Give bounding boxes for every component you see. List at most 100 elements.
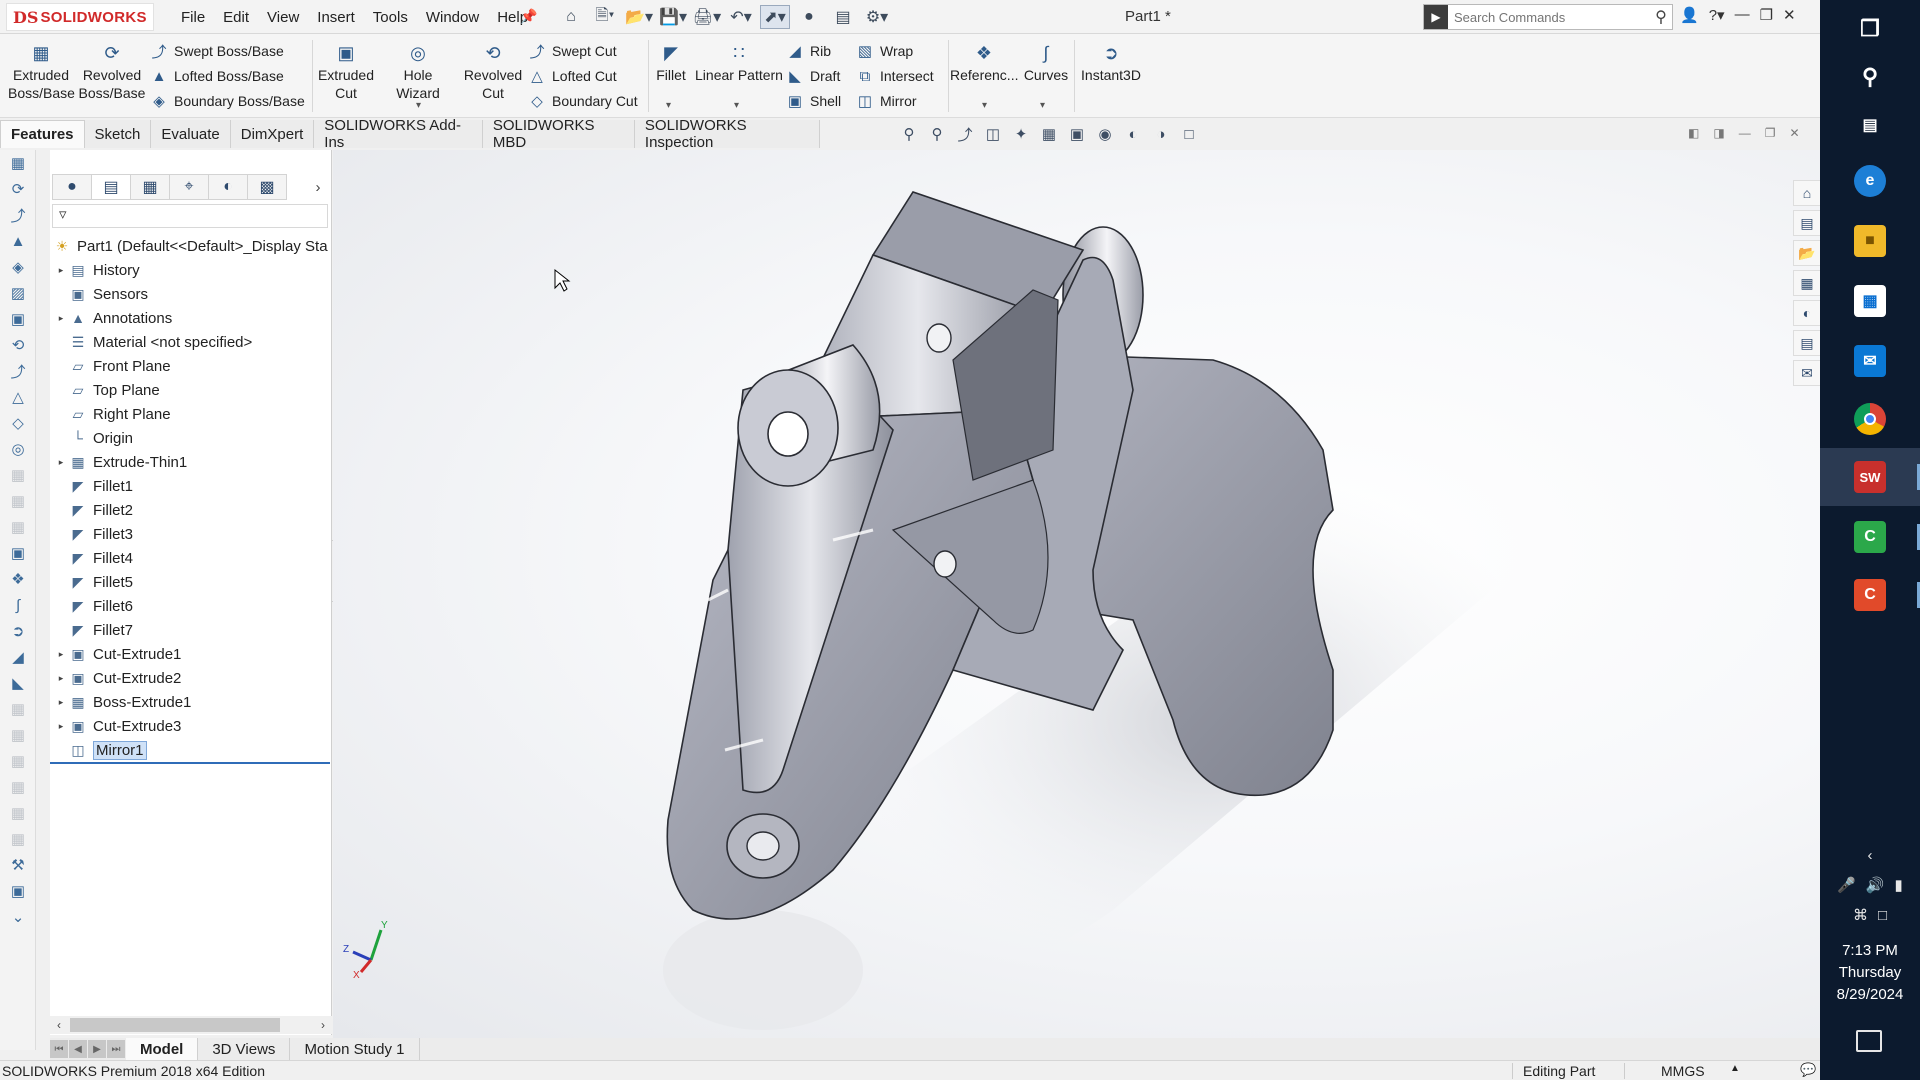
tree-item[interactable]: ◤ Fillet7 bbox=[50, 618, 332, 642]
shell-button[interactable]: ▣ Shell bbox=[786, 90, 841, 112]
forum-icon[interactable]: ✉ bbox=[1793, 360, 1820, 386]
taskbar-clock[interactable]: 7:13 PM Thursday 8/29/2024 bbox=[1820, 940, 1920, 1006]
file-properties-icon[interactable]: ▤ bbox=[828, 5, 858, 29]
lofted-boss-button[interactable]: ▲ Lofted Boss/Base bbox=[150, 65, 284, 87]
camtasia-red-button[interactable]: C bbox=[1820, 566, 1920, 624]
display-manager-icon[interactable]: ● bbox=[52, 174, 92, 200]
tab-evaluate[interactable]: Evaluate bbox=[151, 120, 231, 148]
boundary-cut-button[interactable]: ◇ Boundary Cut bbox=[528, 90, 637, 112]
tab-3d-views[interactable]: 3D Views bbox=[198, 1038, 291, 1060]
menu-edit[interactable]: Edit bbox=[214, 9, 258, 26]
tile-left-icon[interactable]: ◧ bbox=[1688, 126, 1699, 140]
instant3d-button[interactable]: ➲ Instant3D bbox=[1078, 44, 1144, 84]
viewport-minimize-icon[interactable]: — bbox=[1739, 126, 1751, 140]
next-tab-arrow-icon[interactable]: ▶ bbox=[88, 1040, 106, 1058]
tree-item[interactable]: └ Origin bbox=[50, 426, 332, 450]
zoom-to-area-icon[interactable]: ⚲ bbox=[926, 123, 948, 145]
print-icon[interactable]: 🖨▾ bbox=[692, 5, 722, 29]
hole-wizard-icon[interactable]: ◎ bbox=[0, 436, 36, 462]
quick-tips-icon[interactable]: 💬 bbox=[1800, 1062, 1816, 1078]
tab-motion-study[interactable]: Motion Study 1 bbox=[290, 1038, 420, 1060]
expand-arrow-icon[interactable]: ▸ bbox=[54, 649, 68, 660]
viewport-close-icon[interactable]: ✕ bbox=[1789, 126, 1799, 140]
network-icon[interactable]: ⌘ bbox=[1853, 906, 1868, 924]
tree-item[interactable]: ▸ ▦ Boss-Extrude1 bbox=[50, 690, 332, 714]
file-explorer-button[interactable]: ■ bbox=[1820, 212, 1920, 270]
tab-sketch[interactable]: Sketch bbox=[84, 120, 152, 148]
reference-dropdown-icon[interactable]: ▾ bbox=[982, 100, 987, 111]
minimize-icon[interactable]: — bbox=[1735, 6, 1750, 24]
boundary-boss-button[interactable]: ◈ Boundary Boss/Base bbox=[150, 90, 305, 112]
swept-cut-button[interactable]: ⤴ Swept Cut bbox=[528, 40, 616, 62]
instant3d-icon[interactable]: ➲ bbox=[0, 618, 36, 644]
tree-item[interactable]: ▱ Top Plane bbox=[50, 378, 332, 402]
tree-item[interactable]: ▣ Sensors bbox=[50, 282, 332, 306]
chrome-button[interactable] bbox=[1820, 390, 1920, 448]
tree-item[interactable]: ▸ ▦ Extrude-Thin1 bbox=[50, 450, 332, 474]
solidworks-resources-icon[interactable]: ⌂ bbox=[1793, 180, 1820, 206]
thicken-icon[interactable]: ▨ bbox=[0, 280, 36, 306]
3d-model-view[interactable] bbox=[333, 150, 1820, 1038]
fillet-dropdown-icon[interactable]: ▾ bbox=[666, 100, 671, 111]
expand-toolbar-icon[interactable]: ⌄ bbox=[0, 904, 36, 930]
curves-icon[interactable]: ∫ bbox=[0, 592, 36, 618]
configuration-manager-icon[interactable]: ⌖ bbox=[169, 174, 209, 200]
unit-system-selector[interactable]: MMGS bbox=[1624, 1063, 1734, 1079]
display-style-icon[interactable]: ▣ bbox=[1066, 123, 1088, 145]
extruded-boss-icon[interactable]: ▦ bbox=[0, 150, 36, 176]
hole-wizard-dropdown-icon[interactable]: ▾ bbox=[416, 100, 421, 111]
close-icon[interactable]: ✕ bbox=[1783, 6, 1796, 24]
linear-pattern-dropdown-icon[interactable]: ▾ bbox=[734, 100, 739, 111]
pin-menu-icon[interactable]: 📌 bbox=[520, 8, 537, 25]
expand-arrow-icon[interactable]: ▸ bbox=[54, 673, 68, 684]
revolved-cut-icon[interactable]: ⟲ bbox=[0, 332, 36, 358]
edit-appearance-icon[interactable]: ◐ bbox=[1122, 123, 1144, 145]
cam-manager-icon[interactable]: ▩ bbox=[247, 174, 287, 200]
view-palette-icon[interactable]: ▦ bbox=[1793, 270, 1820, 296]
scroll-right-icon[interactable]: › bbox=[314, 1018, 332, 1032]
boundary-boss-icon[interactable]: ◈ bbox=[0, 254, 36, 280]
tree-item[interactable]: ◤ Fillet1 bbox=[50, 474, 332, 498]
mail-button[interactable]: ✉ bbox=[1820, 332, 1920, 390]
traffic-light-icon[interactable]: ● bbox=[794, 5, 824, 29]
linear-pattern-button[interactable]: ∷ Linear Pattern bbox=[692, 44, 786, 84]
options-gear-icon[interactable]: ⚙▾ bbox=[862, 5, 892, 29]
tab-addins[interactable]: SOLIDWORKS Add-Ins bbox=[314, 117, 483, 151]
search-input[interactable] bbox=[1448, 9, 1650, 25]
camtasia-green-button[interactable]: C bbox=[1820, 508, 1920, 566]
reference-geometry-icon[interactable]: ❖ bbox=[0, 566, 36, 592]
search-scope-icon[interactable]: ▶ bbox=[1424, 5, 1448, 29]
viewport-restore-icon[interactable]: ❐ bbox=[1765, 126, 1776, 140]
lofted-boss-icon[interactable]: ▲ bbox=[0, 228, 36, 254]
section-view-icon[interactable]: ◫ bbox=[982, 123, 1004, 145]
swept-boss-icon[interactable]: ⤴ bbox=[0, 202, 36, 228]
menu-view[interactable]: View bbox=[258, 9, 308, 26]
tree-item[interactable]: ▸ ▲ Annotations bbox=[50, 306, 332, 330]
expand-arrow-icon[interactable]: ▸ bbox=[54, 265, 68, 276]
file-explorer-icon[interactable]: 📂 bbox=[1793, 240, 1820, 266]
dynamic-annotation-icon[interactable]: ✦ bbox=[1010, 123, 1032, 145]
undo-icon[interactable]: ↶▾ bbox=[726, 5, 756, 29]
edge-browser-button[interactable]: e bbox=[1820, 152, 1920, 210]
boundary-cut-icon[interactable]: ◇ bbox=[0, 410, 36, 436]
revolved-boss-icon[interactable]: ⟳ bbox=[0, 176, 36, 202]
rollback-bar[interactable] bbox=[50, 762, 330, 764]
tab-mbd[interactable]: SOLIDWORKS MBD bbox=[482, 117, 635, 151]
tab-inspection[interactable]: SOLIDWORKS Inspection bbox=[634, 117, 820, 151]
curves-dropdown-icon[interactable]: ▾ bbox=[1040, 100, 1045, 111]
tree-item[interactable]: ◤ Fillet5 bbox=[50, 570, 332, 594]
tree-item[interactable]: ▱ Front Plane bbox=[50, 354, 332, 378]
first-tab-arrow-icon[interactable]: ⏮ bbox=[50, 1040, 68, 1058]
previous-view-icon[interactable]: ⤴ bbox=[954, 123, 976, 145]
rib-icon[interactable]: ◢ bbox=[0, 644, 36, 670]
reference-geometry-button[interactable]: ❖ Referenc... bbox=[950, 44, 1018, 84]
open-folder-icon[interactable]: 📂▾ bbox=[624, 5, 654, 29]
tree-root-part[interactable]: ☀ Part1 (Default<<Default>_Display Sta bbox=[50, 234, 332, 258]
menu-insert[interactable]: Insert bbox=[308, 9, 364, 26]
microsoft-store-button[interactable]: ▦ bbox=[1820, 272, 1920, 330]
rib-button[interactable]: ◢ Rib bbox=[786, 40, 831, 62]
expand-arrow-icon[interactable]: ▸ bbox=[54, 721, 68, 732]
tools-icon[interactable]: ⚒ bbox=[0, 852, 36, 878]
swept-boss-button[interactable]: ⤴ Swept Boss/Base bbox=[150, 40, 283, 62]
intersect-button[interactable]: ⧉ Intersect bbox=[856, 65, 934, 87]
